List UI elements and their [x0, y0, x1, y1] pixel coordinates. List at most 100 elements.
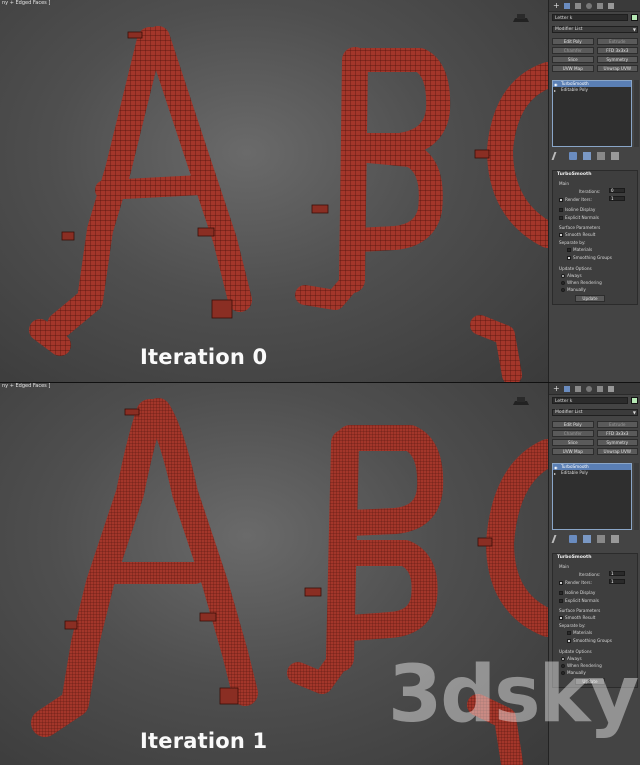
modifier-list-dropdown[interactable]: Modifier List ▼	[552, 409, 638, 416]
iteration-label: Iteration 1	[140, 729, 268, 753]
viewport-label[interactable]: ny + Edged Faces ]	[2, 0, 50, 6]
always-radio[interactable]	[561, 274, 565, 278]
hierarchy-tab-icon[interactable]	[575, 385, 581, 392]
when-rendering-label: When Rendering	[567, 280, 602, 285]
iteration-0-screenshot: ny + Edged Faces ] Iteration 0 + Letter …	[0, 0, 640, 382]
rollout-title[interactable]: TurboSmooth	[553, 171, 637, 177]
manually-radio[interactable]	[561, 288, 565, 292]
smooth-result-label: Smooth Result	[565, 232, 596, 237]
ffd-button[interactable]: FFD 3x3x3	[596, 47, 638, 54]
create-tab-icon[interactable]: +	[553, 384, 560, 392]
render-iters-label: Render Iters:	[565, 580, 593, 585]
modifier-buttons: Edit Poly Extrude Chamfer FFD 3x3x3 Slic…	[552, 38, 638, 72]
object-color-swatch[interactable]	[631, 14, 638, 21]
uvw-map-button[interactable]: UVW Map	[552, 65, 594, 72]
make-unique-icon[interactable]	[583, 152, 591, 160]
chevron-down-icon: ▼	[632, 27, 636, 32]
edit-poly-button[interactable]: Edit Poly	[552, 421, 594, 428]
explicit-normals-checkbox[interactable]	[559, 599, 563, 603]
iterations-spinner[interactable]: 0	[609, 188, 625, 193]
object-color-swatch[interactable]	[631, 397, 638, 404]
command-panel-tabs: +	[549, 383, 640, 395]
motion-tab-icon[interactable]	[586, 2, 592, 9]
isoline-display-checkbox[interactable]	[559, 591, 563, 595]
pin-stack-icon[interactable]	[551, 152, 565, 160]
stack-side-strip	[634, 463, 639, 530]
remove-modifier-icon[interactable]	[597, 535, 605, 543]
chamfer-button[interactable]: Chamfer	[552, 47, 594, 54]
when-rendering-radio[interactable]	[561, 281, 565, 285]
viewcube-icon[interactable]	[510, 12, 532, 28]
show-end-result-icon[interactable]	[569, 535, 577, 543]
smoothing-groups-checkbox[interactable]	[567, 639, 571, 643]
uvw-map-button[interactable]: UVW Map	[552, 448, 594, 455]
object-name-field[interactable]: Letter k	[552, 397, 628, 404]
expand-arrow-icon[interactable]: ▸	[554, 88, 556, 94]
isoline-display-checkbox[interactable]	[559, 208, 563, 212]
smooth-result-label: Smooth Result	[565, 615, 596, 620]
explicit-normals-label: Explicit Normals	[565, 598, 599, 603]
create-tab-icon[interactable]: +	[553, 1, 560, 9]
utilities-tab-icon[interactable]	[608, 385, 614, 392]
unwrap-uvw-button[interactable]: Unwrap UVW	[596, 448, 638, 455]
materials-checkbox[interactable]	[567, 631, 571, 635]
configure-sets-icon[interactable]	[611, 152, 619, 160]
extrude-button[interactable]: Extrude	[596, 421, 638, 428]
stack-item-label: Editable Poly	[561, 470, 588, 475]
materials-checkbox[interactable]	[567, 248, 571, 252]
remove-modifier-icon[interactable]	[597, 152, 605, 160]
show-end-result-icon[interactable]	[569, 152, 577, 160]
perspective-viewport[interactable]: ny + Edged Faces ] Iteration 0	[0, 0, 548, 382]
stack-item-label: Editable Poly	[561, 87, 588, 92]
make-unique-icon[interactable]	[583, 535, 591, 543]
render-iters-checkbox[interactable]	[559, 581, 563, 585]
update-options-label: Update Options	[559, 266, 592, 271]
smooth-result-checkbox[interactable]	[559, 616, 563, 620]
pin-stack-icon[interactable]	[551, 535, 565, 543]
viewport-label[interactable]: ny + Edged Faces ]	[2, 383, 50, 389]
extrude-button[interactable]: Extrude	[596, 38, 638, 45]
smoothing-groups-checkbox[interactable]	[567, 256, 571, 260]
ffd-button[interactable]: FFD 3x3x3	[596, 430, 638, 437]
edit-poly-button[interactable]: Edit Poly	[552, 38, 594, 45]
display-tab-icon[interactable]	[597, 385, 603, 392]
render-iters-spinner[interactable]: 1	[609, 196, 625, 201]
rollout-title[interactable]: TurboSmooth	[553, 554, 637, 560]
iterations-label: Iterations:	[579, 189, 601, 194]
chamfer-button[interactable]: Chamfer	[552, 430, 594, 437]
modifier-stack[interactable]: ◉ TurboSmooth ▸ Editable Poly	[552, 80, 632, 147]
slice-button[interactable]: Slice	[552, 439, 594, 446]
motion-tab-icon[interactable]	[586, 385, 592, 392]
configure-sets-icon[interactable]	[611, 535, 619, 543]
modify-tab-icon[interactable]	[564, 2, 570, 9]
slice-button[interactable]: Slice	[552, 56, 594, 63]
surface-parameters-label: Surface Parameters	[559, 608, 601, 613]
command-panel-tabs: +	[549, 0, 640, 12]
explicit-normals-checkbox[interactable]	[559, 216, 563, 220]
update-button[interactable]: Update	[575, 295, 605, 302]
symmetry-button[interactable]: Symmetry	[596, 56, 638, 63]
display-tab-icon[interactable]	[597, 2, 603, 9]
manually-label: Manually	[567, 287, 586, 292]
letter-a-right-leg	[146, 26, 252, 312]
symmetry-button[interactable]: Symmetry	[596, 439, 638, 446]
stack-side-strip	[634, 80, 639, 147]
smooth-result-checkbox[interactable]	[559, 233, 563, 237]
isoline-display-label: Isoline Display	[565, 207, 596, 212]
utilities-tab-icon[interactable]	[608, 2, 614, 9]
modify-tab-icon[interactable]	[564, 385, 570, 392]
render-iters-checkbox[interactable]	[559, 198, 563, 202]
modifier-list-dropdown[interactable]: Modifier List ▼	[552, 26, 638, 33]
separate-by-label: Separate by:	[559, 240, 586, 245]
object-name-field[interactable]: Letter k	[552, 14, 628, 21]
render-iters-spinner[interactable]: 1	[609, 579, 625, 584]
stack-item-editable-poly[interactable]: ▸ Editable Poly	[553, 87, 631, 93]
stack-item-label: TurboSmooth	[561, 81, 589, 86]
hierarchy-tab-icon[interactable]	[575, 2, 581, 9]
modifier-stack[interactable]: ◉ TurboSmooth ▸ Editable Poly	[552, 463, 632, 530]
iterations-spinner[interactable]: 1	[609, 571, 625, 576]
stack-item-editable-poly[interactable]: ▸ Editable Poly	[553, 470, 631, 476]
unwrap-uvw-button[interactable]: Unwrap UVW	[596, 65, 638, 72]
viewcube-icon[interactable]	[510, 395, 532, 411]
expand-arrow-icon[interactable]: ▸	[554, 471, 556, 477]
